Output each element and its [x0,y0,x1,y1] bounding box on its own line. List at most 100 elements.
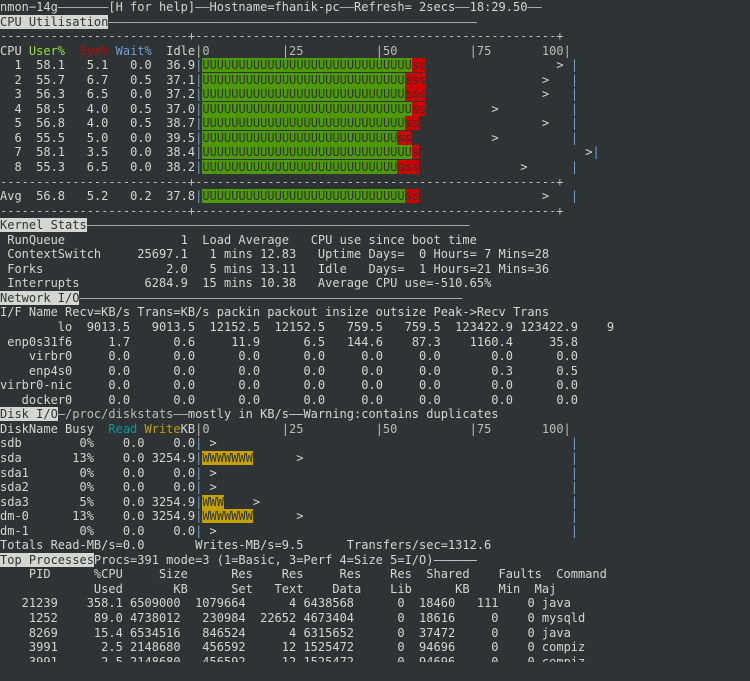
process-res-set: 456592 [180,654,246,662]
cpu-bar-sys-segment: sss [397,160,420,175]
cpu-row-sys: 6.7 [72,72,116,87]
network-trans-kbs: 0.0 [130,349,196,364]
process-command: java [534,625,571,640]
cpu-col-cpu: CPU [0,43,22,58]
cpu-bar-user-segment: UUUUUUUUUUUUUUUUUUUUUUUUUUUUU [202,101,412,116]
process-res-text: 4 [245,625,297,640]
cpu-bar-gap-left [426,73,542,87]
network-peak-recv: 0.3 [440,363,513,378]
disk-read-kbs: 0.0 [93,480,145,495]
title-bar: nmon−14g———————[H for help]——Hostname=fh… [0,0,750,15]
cpu-bar-user-segment: UUUUUUUUUUUUUUUUUUUUUUUUUUU [202,160,398,175]
cpu-bar-right-edge: | [570,58,579,73]
cpu-bar-right-edge: | [570,116,579,131]
disk-scale-ruler: |0 |25 |50 |75 100| [195,421,571,436]
cpu-bar-right-edge: | [570,130,579,145]
kernel-rows-container: RunQueue 1 Load Average CPU use since bo… [0,233,750,291]
network-packin: 0.0 [195,378,261,393]
cpu-ruler-bottom: --------------------------+-------------… [0,203,564,218]
network-interface-name: virbr0-nic [0,378,73,393]
cpu-bar-gap-right [499,102,571,116]
cpu-bar-sys-segment: sss [404,87,427,102]
cpu-bar-gap-left [412,131,491,145]
network-extra: 9 [578,320,615,335]
kernel-load-label: Load Average [187,232,311,247]
process-cpu-pct: 89.0 [57,610,123,625]
disk-bar-peak-marker: > [209,436,217,451]
cpu-bar-sys-segment: ss [397,130,412,145]
disk-row: dm-1 0% 0.0 0.0| > | [0,524,750,539]
network-row: virbr0-nic 0.0 0.0 0.0 0.0 0.0 0.0 0.0 0… [0,378,750,393]
cpu-bar-gap-right [549,87,571,101]
top-title-suffix: Procs=391 mode=3 (1=Basic, 3=Perf 4=Size… [93,552,477,567]
cpu-bar-user-segment: UUUUUUUUUUUUUUUUUUUUUUUUUUU [202,130,398,145]
disk-bar-right-edge: | [570,509,579,524]
disk-write-kbs: 0.0 [144,436,196,451]
cpu-row-sys: 3.5 [72,145,116,160]
network-insize: 0.0 [325,378,383,393]
network-insize: 0.0 [325,349,383,364]
help-hint[interactable]: [H for help] [108,0,195,14]
disk-read-kbs: 0.0 [93,450,145,465]
cpu-row-idle: 37.8 [158,189,196,204]
process-res-lib: 0 [354,596,405,611]
cpu-row-user: 56.3 [28,87,73,102]
hostname-label: Hostname=fhanik-pc [209,0,340,14]
cpu-row-user: 58.1 [28,58,73,73]
cpu-row-wait: 0.0 [115,87,159,102]
cpu-bar-peak-marker: > [556,58,564,73]
cpu-row-idle: 37.1 [158,72,196,87]
process-res-set: 846524 [180,625,246,640]
cpu-col-wait: Wait% [108,43,152,58]
top-section-header: Top ProcessesProcs=391 mode=3 (1=Basic, … [0,552,750,568]
network-row: enp4s0 0.0 0.0 0.0 0.0 0.0 0.0 0.3 0.5 [0,364,750,379]
cpu-row-idle: 38.2 [158,160,196,175]
disk-bar-write-segment: WWW [202,494,224,509]
disk-name: sdb [0,436,58,451]
cpu-row-sys: 4.0 [72,116,116,131]
process-res-text: 22652 [245,610,297,625]
network-interface-name: docker0 [0,392,73,407]
cpu-row-sys: 5.1 [72,58,116,73]
process-faults-maj: 0 [498,596,535,611]
process-shared-kb: 94696 [404,654,456,662]
cpu-ruler-mid: --------------------------+-------------… [0,174,564,189]
process-cpu-pct: 2.5 [57,640,123,655]
process-faults-maj: 0 [498,654,535,662]
app-name: nmon−14g [0,0,58,14]
network-trans-kbs: 9013.5 [130,320,196,335]
refresh-label: Refresh= 2secs [354,0,456,14]
process-res-lib: 0 [354,640,405,655]
cpu-row-label: 3 [0,87,29,102]
disk-busy-pct: 5% [57,494,94,509]
network-rows-container: lo 9013.5 9013.5 12152.5 12152.5 759.5 7… [0,320,750,407]
network-peak-trans: 0.0 [512,378,579,393]
kernel-load-label: 15 mins 10.38 [187,276,311,291]
network-row: lo 9013.5 9013.5 12152.5 12152.5 759.5 7… [0,320,750,335]
process-res-set: 230984 [180,610,246,625]
cpu-row-sys: 5.0 [72,130,116,145]
kernel-section-header: Kernel Stats————————————————————————————… [0,218,750,233]
disk-section-header: Disk I/O—/proc/diskstats——mostly in KB/s… [0,407,750,422]
title-dash-2: —— [195,0,210,14]
process-faults-min: 0 [455,640,499,655]
disk-row: sdb 0% 0.0 0.0| > | [0,436,750,451]
disk-title-suffix-c: Warning:contains duplicates [303,407,499,422]
process-size-kb: 6509000 [122,596,181,611]
cpu-row-wait: 0.5 [115,101,159,116]
process-res-text: 12 [245,654,297,662]
disk-title-suffix-a: —/proc/diskstats—— [57,407,188,422]
process-size-kb: 6534516 [122,625,181,640]
cpu-row-idle: 37.0 [158,101,196,116]
process-command: compiz [534,654,586,662]
top-process-row: 8269 15.4 6534516 846524 4 6315652 0 374… [0,626,750,641]
network-insize: 0.0 [325,392,383,407]
process-pid: 21239 [0,596,58,611]
disk-bar-peak-marker: > [209,465,217,480]
cpu-row-user: 55.5 [28,130,73,145]
cpu-column-header: CPU User% Sys% Wait% Idle|0 |25 |50 |75 … [0,44,750,59]
cpu-row-idle: 37.2 [158,87,196,102]
kernel-stat-label: Interrupts [0,276,123,291]
process-cpu-pct: 15.4 [57,625,123,640]
process-pid: 8269 [0,625,58,640]
